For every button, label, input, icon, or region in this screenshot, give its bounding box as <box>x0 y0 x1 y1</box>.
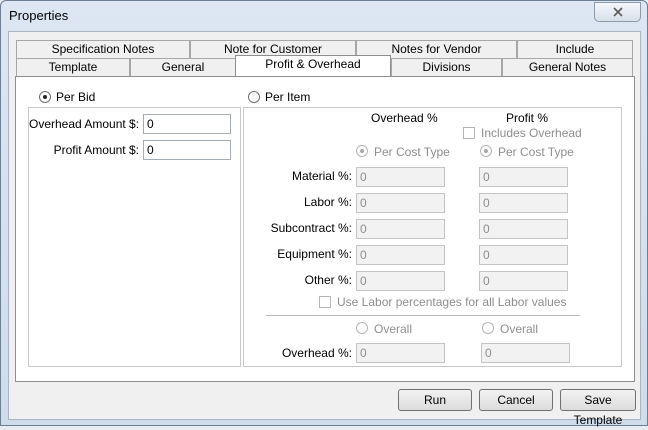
subcontract-profit-input[interactable]: 0 <box>479 219 568 239</box>
per-bid-label: Per Bid <box>56 90 96 104</box>
use-labor-percentages-checkbox[interactable] <box>319 296 331 308</box>
save-template-button[interactable]: Save Template <box>560 389 636 427</box>
material-percent-label: Material %: <box>291 169 352 183</box>
separator <box>266 315 580 316</box>
includes-overhead-checkbox[interactable] <box>463 127 475 139</box>
tab-general[interactable]: General <box>130 58 236 76</box>
profit-per-cost-type-radio[interactable] <box>480 145 492 157</box>
properties-window: Properties Specification Notes Note for … <box>0 0 648 427</box>
subcontract-overhead-input[interactable]: 0 <box>356 219 445 239</box>
tab-include[interactable]: Include <box>517 40 633 58</box>
close-button[interactable] <box>594 2 641 22</box>
overhead-overall-radio[interactable] <box>356 322 368 334</box>
use-labor-percentages-label: Use Labor percentages for all Labor valu… <box>337 295 567 309</box>
tab-general-notes[interactable]: General Notes <box>502 58 633 76</box>
overhead-amount-label: Overhead Amount $: <box>29 117 140 131</box>
radio-dot <box>43 95 47 99</box>
tab-label: General Notes <box>528 60 607 74</box>
tab-label: Specification Notes <box>51 42 155 56</box>
overall-overhead-input[interactable]: 0 <box>356 343 445 363</box>
tab-label: Profit & Overhead <box>265 57 361 71</box>
other-profit-input[interactable]: 0 <box>479 271 568 291</box>
overhead-amount-input[interactable]: 0 <box>143 114 231 134</box>
run-button[interactable]: Run <box>398 389 472 411</box>
overhead-percent-header: Overhead % <box>371 111 438 125</box>
material-profit-input[interactable]: 0 <box>479 167 568 187</box>
profit-per-cost-type-label: Per Cost Type <box>498 145 574 159</box>
labor-percent-label: Labor %: <box>303 195 352 209</box>
radio-dot <box>360 149 364 153</box>
tab-label: General <box>161 60 205 74</box>
equipment-overhead-input[interactable]: 0 <box>356 245 445 265</box>
material-overhead-input[interactable]: 0 <box>356 167 445 187</box>
profit-overall-label: Overall <box>500 322 539 336</box>
other-overhead-input[interactable]: 0 <box>356 271 445 291</box>
per-bid-radio[interactable] <box>39 91 51 103</box>
equipment-percent-label: Equipment %: <box>277 247 352 261</box>
profit-overall-radio[interactable] <box>482 322 494 334</box>
subcontract-percent-label: Subcontract %: <box>270 221 352 235</box>
other-percent-label: Other %: <box>304 273 352 287</box>
overhead-per-cost-type-radio[interactable] <box>356 145 368 157</box>
tab-label: Divisions <box>422 60 471 74</box>
equipment-profit-input[interactable]: 0 <box>479 245 568 265</box>
tab-divisions[interactable]: Divisions <box>391 58 502 76</box>
dialog-body: Specification Notes Note for Customer No… <box>8 31 641 427</box>
overhead-overall-label: Overall <box>374 322 413 336</box>
cancel-button[interactable]: Cancel <box>479 389 553 411</box>
per-item-label: Per Item <box>265 90 311 104</box>
tab-label: Template <box>48 60 98 74</box>
title-bar: Properties <box>1 1 647 31</box>
per-item-radio[interactable] <box>248 91 260 103</box>
overhead-per-cost-type-label: Per Cost Type <box>374 145 450 159</box>
tab-specification-notes[interactable]: Specification Notes <box>16 40 190 58</box>
includes-overhead-label: Includes Overhead <box>481 126 582 140</box>
profit-amount-label: Profit Amount $: <box>53 143 139 157</box>
tab-label: Include <box>555 42 595 56</box>
radio-dot <box>484 149 488 153</box>
close-icon <box>612 7 623 17</box>
tab-label: Notes for Vendor <box>391 42 482 56</box>
labor-overhead-input[interactable]: 0 <box>356 193 445 213</box>
tab-template[interactable]: Template <box>16 58 130 76</box>
tab-label: Note for Customer <box>223 42 323 56</box>
window-title: Properties <box>9 8 69 23</box>
profit-overhead-panel: Per Bid Overhead Amount $: 0 Profit Amou… <box>15 76 635 382</box>
profit-percent-header: Profit % <box>506 111 549 125</box>
tab-profit-overhead[interactable]: Profit & Overhead <box>235 55 391 76</box>
overall-overhead-percent-label: Overhead %: <box>281 346 352 360</box>
profit-amount-input[interactable]: 0 <box>143 140 231 160</box>
overall-profit-input[interactable]: 0 <box>481 343 570 363</box>
labor-profit-input[interactable]: 0 <box>479 193 568 213</box>
